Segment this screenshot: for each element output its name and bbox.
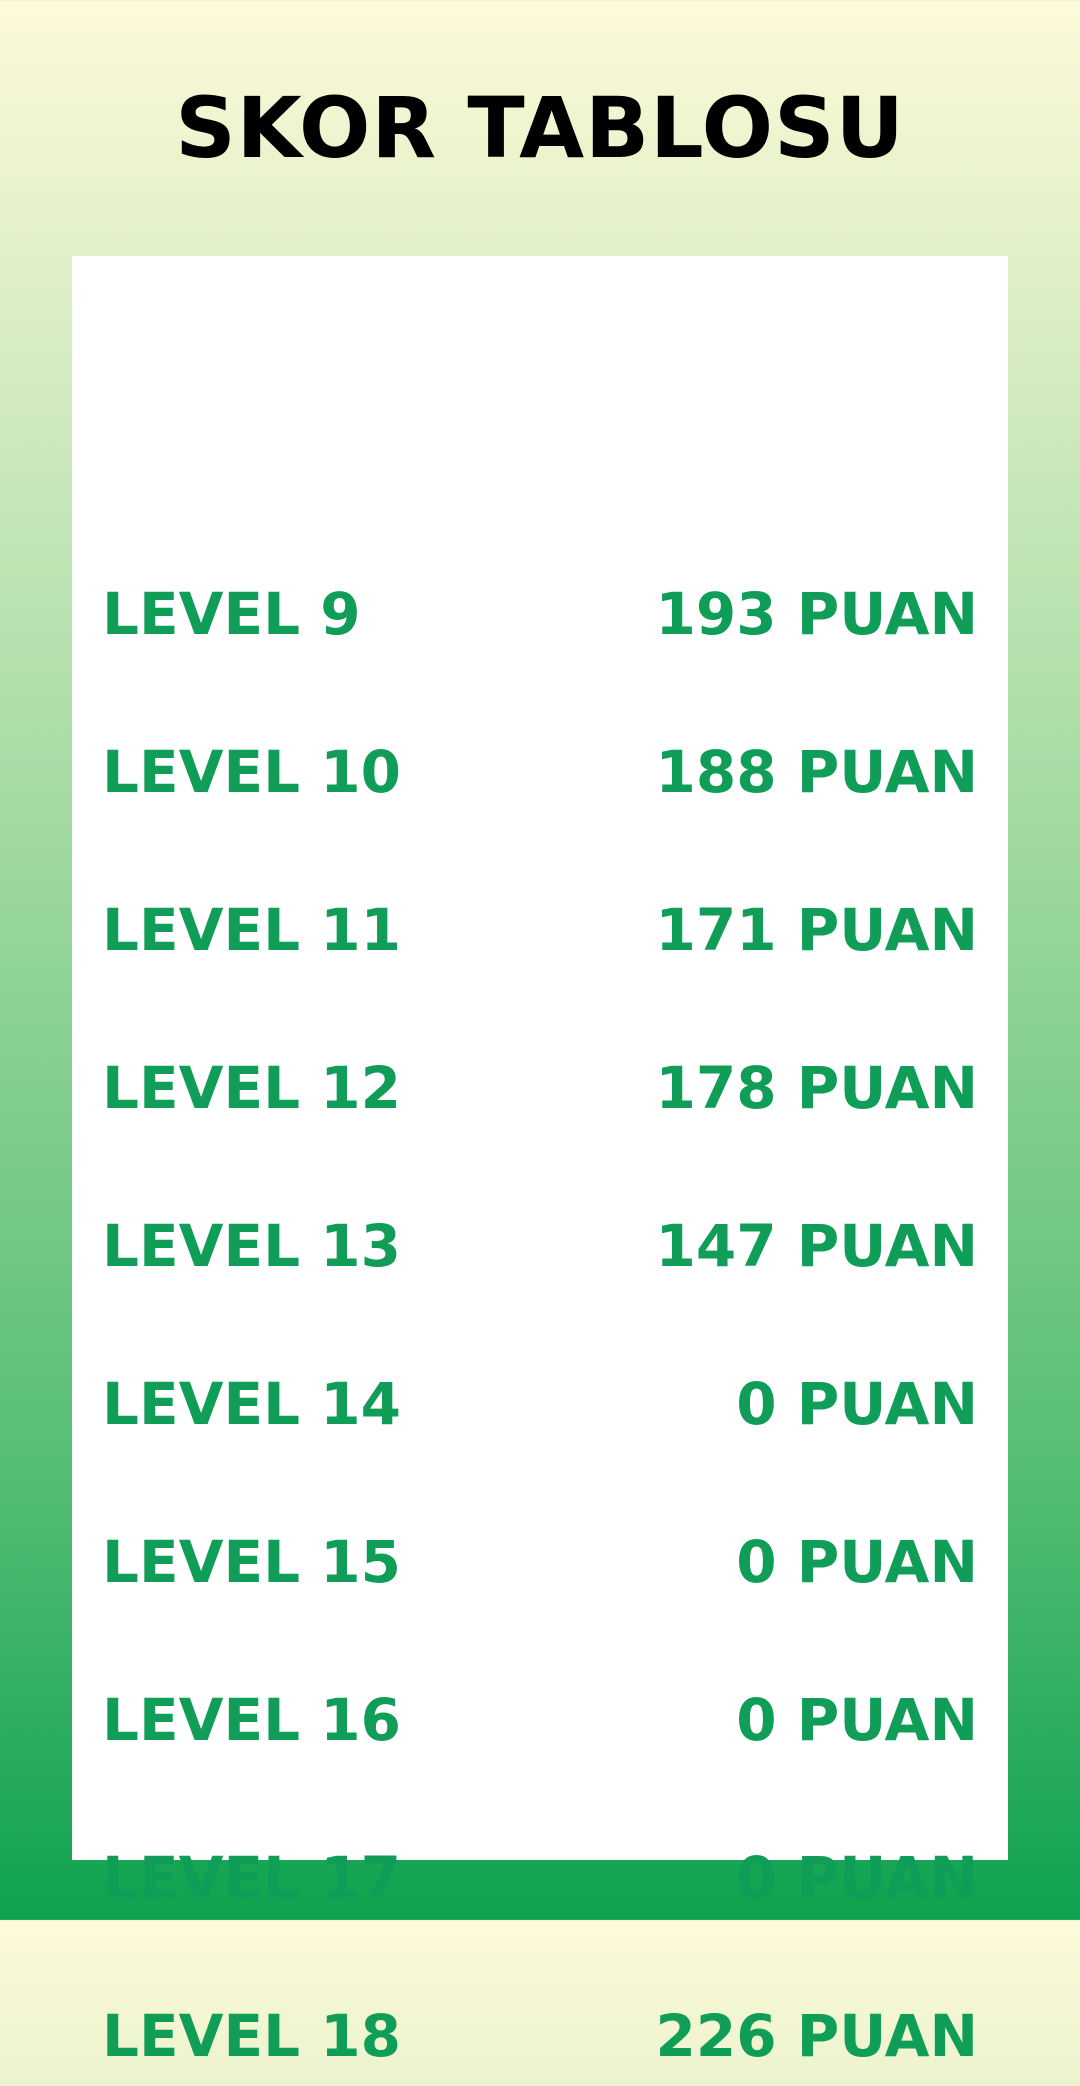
score-value: 147 PUAN (655, 1212, 978, 1280)
score-row: LEVEL 10 188 PUAN (102, 722, 978, 822)
score-value: 178 PUAN (655, 1054, 978, 1122)
score-value: 226 PUAN (655, 2002, 978, 2070)
level-label: LEVEL 13 (102, 1212, 401, 1280)
score-value: 188 PUAN (655, 738, 978, 806)
score-row: LEVEL 16 0 PUAN (102, 1670, 978, 1770)
score-row: LEVEL 12 178 PUAN (102, 1038, 978, 1138)
level-label: LEVEL 15 (102, 1528, 401, 1596)
level-label: LEVEL 17 (102, 1844, 401, 1912)
score-row: LEVEL 18 226 PUAN (102, 1986, 978, 2086)
score-value: 0 PUAN (736, 1370, 978, 1438)
level-label: LEVEL 14 (102, 1370, 401, 1438)
score-value: 0 PUAN (736, 1686, 978, 1754)
level-label: LEVEL 16 (102, 1686, 401, 1754)
score-value: 0 PUAN (736, 1844, 978, 1912)
scoreboard-panel: LEVEL 9 193 PUAN LEVEL 10 188 PUAN LEVEL… (72, 256, 1008, 2070)
level-label: LEVEL 18 (102, 2002, 401, 2070)
score-row: LEVEL 14 0 PUAN (102, 1354, 978, 1454)
scoreboard-list: LEVEL 9 193 PUAN LEVEL 10 188 PUAN LEVEL… (102, 256, 978, 2070)
level-label: LEVEL 11 (102, 896, 401, 964)
score-row: LEVEL 13 147 PUAN (102, 1196, 978, 1296)
score-value: 0 PUAN (736, 1528, 978, 1596)
score-row: LEVEL 11 171 PUAN (102, 880, 978, 980)
level-label: LEVEL 10 (102, 738, 401, 806)
score-value: 171 PUAN (655, 896, 978, 964)
level-label: LEVEL 9 (102, 580, 361, 648)
level-label: LEVEL 12 (102, 1054, 401, 1122)
score-row: LEVEL 15 0 PUAN (102, 1512, 978, 1612)
score-value: 193 PUAN (655, 580, 978, 648)
score-row: LEVEL 9 193 PUAN (102, 564, 978, 664)
page-title: SKOR TABLOSU (175, 79, 905, 177)
score-row: LEVEL 17 0 PUAN (102, 1828, 978, 1928)
